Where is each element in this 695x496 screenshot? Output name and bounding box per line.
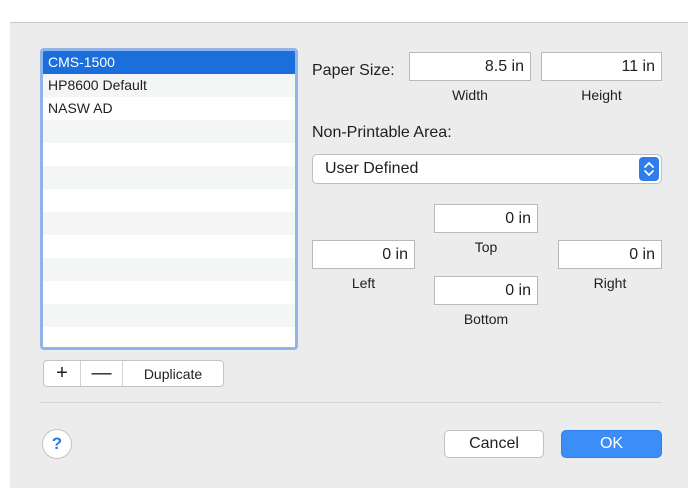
list-item[interactable] — [43, 281, 295, 304]
paper-width-caption: Width — [452, 87, 488, 103]
duplicate-button[interactable]: Duplicate — [123, 361, 223, 386]
list-item[interactable] — [43, 212, 295, 235]
bottom-margin-caption: Bottom — [463, 311, 509, 327]
paper-height-caption: Height — [581, 87, 622, 103]
non-printable-area-value: User Defined — [325, 160, 419, 177]
footer-divider — [40, 402, 662, 403]
bottom-margin-field[interactable]: 0 in — [434, 276, 538, 305]
add-paper-button[interactable]: + — [44, 361, 81, 386]
list-item[interactable] — [43, 258, 295, 281]
non-printable-area-label: Non-Printable Area: — [312, 124, 452, 141]
paper-size-list[interactable]: CMS-1500 HP8600 Default NASW AD — [40, 48, 298, 350]
list-item[interactable] — [43, 327, 295, 347]
paper-height-field[interactable]: 11 in — [541, 52, 662, 81]
ok-button[interactable]: OK — [561, 430, 662, 458]
top-margin-field[interactable]: 0 in — [434, 204, 538, 233]
non-printable-area-popup[interactable]: User Defined — [312, 154, 662, 184]
list-item[interactable] — [43, 143, 295, 166]
remove-paper-button[interactable]: — — [81, 361, 123, 386]
list-item[interactable]: NASW AD — [43, 97, 295, 120]
list-controls: + — Duplicate — [43, 360, 224, 387]
paper-size-label: Paper Size: — [312, 62, 395, 79]
top-margin-caption: Top — [474, 239, 498, 255]
chevron-up-down-icon — [639, 157, 659, 181]
help-icon[interactable]: ? — [42, 429, 72, 459]
list-item[interactable]: CMS-1500 — [43, 51, 295, 74]
list-item[interactable] — [43, 235, 295, 258]
list-item[interactable] — [43, 166, 295, 189]
right-margin-field[interactable]: 0 in — [558, 240, 662, 269]
list-item[interactable] — [43, 304, 295, 327]
left-margin-field[interactable]: 0 in — [312, 240, 415, 269]
list-item[interactable]: HP8600 Default — [43, 74, 295, 97]
paper-width-field[interactable]: 8.5 in — [409, 52, 531, 81]
cancel-button[interactable]: Cancel — [444, 430, 544, 458]
right-margin-caption: Right — [593, 275, 627, 291]
paper-size-list-rows: CMS-1500 HP8600 Default NASW AD — [43, 51, 295, 347]
list-item[interactable] — [43, 189, 295, 212]
left-margin-caption: Left — [351, 275, 376, 291]
list-item[interactable] — [43, 120, 295, 143]
